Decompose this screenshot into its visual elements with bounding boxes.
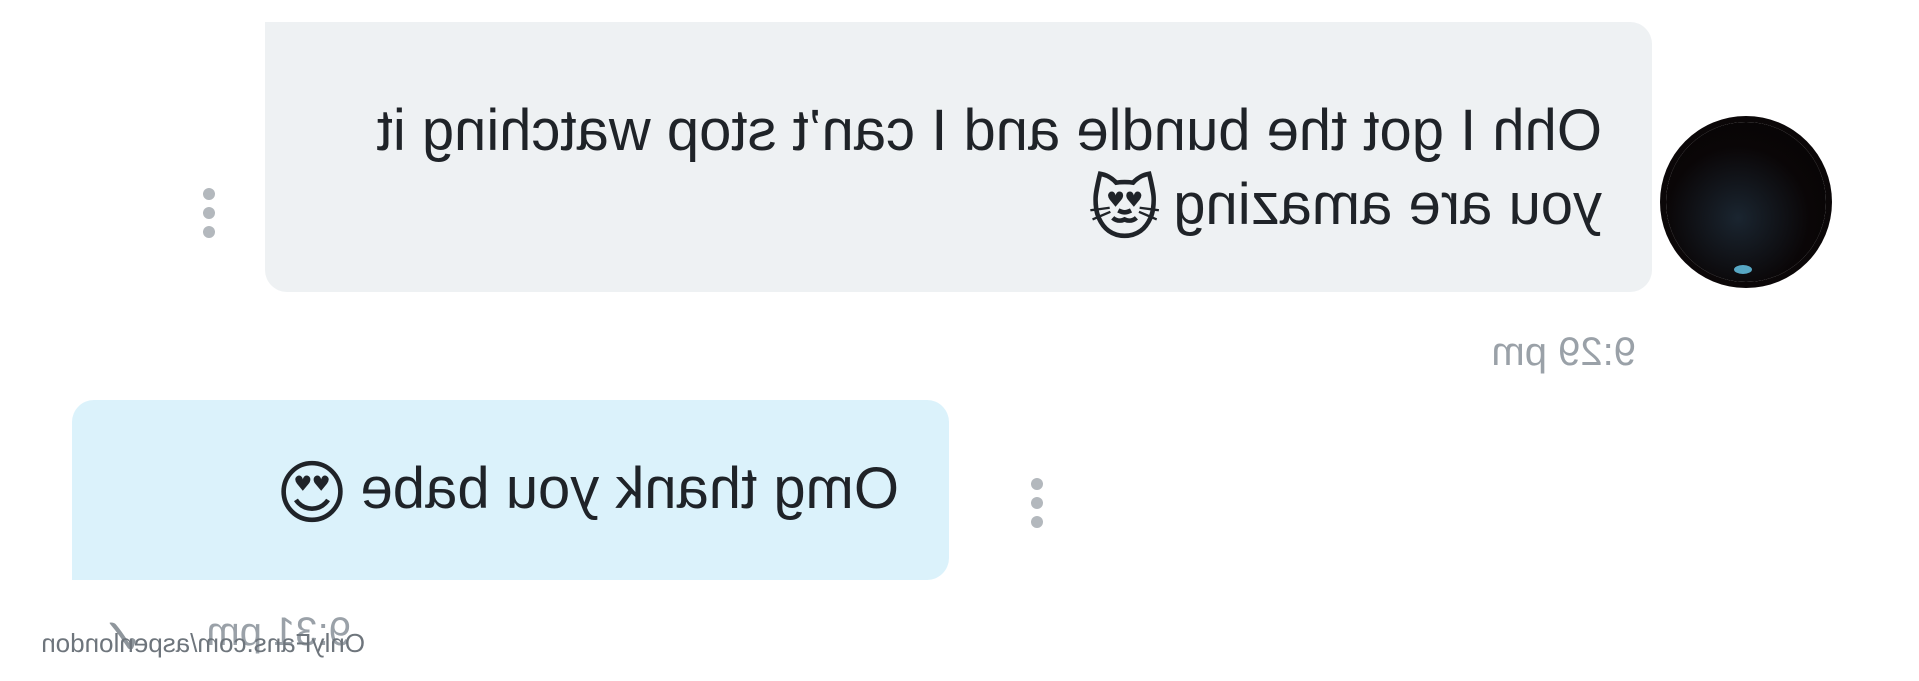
message-body: Ohh I got the bundle and I can’t stop wa… — [376, 98, 1602, 237]
message-text: Ohh I got the bundle and I can’t stop wa… — [302, 94, 1602, 250]
message-options-icon[interactable] — [1030, 478, 1044, 528]
heart-eyes-emoji-icon: 😍 — [275, 451, 349, 534]
contact-avatar[interactable] — [1666, 122, 1826, 282]
message-text: Omg thank you babe😍 — [99, 451, 899, 534]
smiling-cat-heart-eyes-emoji-icon: 😻 — [1088, 167, 1162, 250]
message-timestamp: 9:29 pm — [1491, 330, 1636, 374]
chat-thread: Ohh I got the bundle and I can’t stop wa… — [0, 0, 1919, 681]
message-bubble-sent[interactable]: Omg thank you babe😍 — [72, 400, 949, 580]
message-options-icon[interactable] — [202, 188, 216, 238]
watermark: OnlyFans.com/aspenlondon — [41, 628, 365, 658]
message-bubble-received[interactable]: Ohh I got the bundle and I can’t stop wa… — [265, 22, 1652, 292]
message-body: Omg thank you babe — [360, 456, 899, 521]
